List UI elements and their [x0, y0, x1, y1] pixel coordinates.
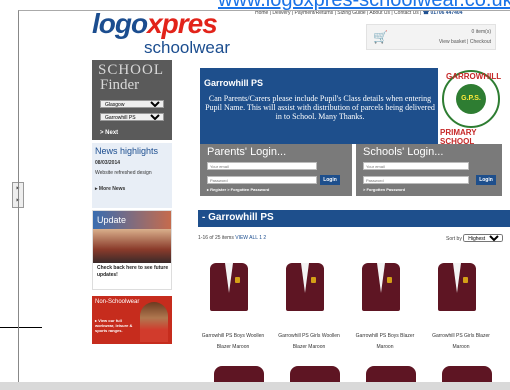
sort-control: Sort by Highest Price: [446, 234, 504, 242]
non-schoolwear-text: ▸ View our full workwear, leisure & spor…: [95, 318, 133, 333]
update-title: Update: [97, 215, 127, 225]
divider-line: [0, 327, 42, 328]
product-card[interactable]: Garrowhill PS Girls Woollen Blazer Maroon: [274, 255, 340, 355]
logo-part1: logo: [92, 8, 148, 39]
parents-login-button[interactable]: Login: [320, 175, 340, 185]
basket-panel: 🛒 0 item(s) View basket | Checkout: [366, 24, 496, 50]
product-image-row2[interactable]: [442, 366, 492, 382]
non-schoolwear-title: Non-Schoolwear: [95, 299, 140, 305]
product-image-row2[interactable]: [366, 366, 416, 382]
non-schoolwear-promo[interactable]: Non-Schoolwear ▸ View our full workwear,…: [92, 296, 172, 344]
school-notice-banner: Garrowhill PS Can Parents/Carers please …: [200, 68, 438, 144]
sort-label: Sort by: [446, 236, 462, 242]
sidebar-toggle-handle[interactable]: ▸ ▸: [12, 182, 24, 208]
product-image[interactable]: [432, 257, 482, 317]
items-count: 1-16 of 25 items: [198, 235, 234, 241]
banner-text: Can Parents/Carers please include Pupil'…: [205, 94, 435, 121]
parents-login-title: Parents' Login...: [207, 146, 287, 158]
schools-email-input[interactable]: [363, 162, 469, 170]
product-card[interactable]: Garrowhill PS Boys Woollen Blazer Maroon: [198, 255, 264, 355]
logo-part2: xpres: [147, 8, 218, 39]
phone-number: 01706 447404: [430, 10, 463, 16]
horizontal-scrollbar[interactable]: [0, 382, 510, 390]
badge-center: G.P.S.: [456, 84, 486, 114]
product-name[interactable]: Garrowhill PS Boys Blazer Maroon: [350, 331, 420, 353]
finder-title-finder: Finder: [100, 77, 140, 93]
parents-register-links[interactable]: ▸ Register > Forgotten Password: [207, 187, 269, 192]
model-photo: [140, 302, 168, 342]
sort-select[interactable]: Highest Price: [463, 234, 504, 242]
parents-login-panel: Parents' Login... Login ▸ Register > For…: [200, 144, 352, 196]
product-name[interactable]: Garrowhill PS Boys Woollen Blazer Maroon: [198, 331, 268, 353]
section-header: - Garrowhill PS: [198, 210, 510, 227]
blazer-image: [210, 263, 248, 311]
product-image-row2[interactable]: [290, 366, 340, 382]
more-news-link[interactable]: ▸ More News: [95, 186, 125, 192]
product-name[interactable]: Garrowhill PS Girls Woollen Blazer Maroon: [274, 331, 344, 353]
schools-login-panel: Schools' Login... Login > Forgotten Pass…: [356, 144, 502, 196]
product-image[interactable]: [204, 257, 254, 317]
schools-password-input[interactable]: [363, 176, 469, 184]
update-promo[interactable]: Update Check back here to see future upd…: [92, 210, 172, 290]
product-image[interactable]: [280, 257, 330, 317]
news-heading: News highlights: [95, 146, 159, 156]
schools-login-title: Schools' Login...: [363, 146, 444, 158]
blazer-image: [286, 263, 324, 311]
product-card[interactable]: Garrowhill PS Boys Blazer Maroon: [350, 255, 414, 355]
schools-forgot-link[interactable]: > Forgotten Password: [363, 187, 405, 192]
parents-email-input[interactable]: [207, 162, 317, 170]
view-all-link[interactable]: VIEW ALL 1 2: [235, 235, 266, 241]
region-select[interactable]: Glasgow: [100, 100, 164, 108]
top-navigation[interactable]: Home | Delivery | Payment/Returns | Sizi…: [255, 10, 462, 16]
school-select[interactable]: Garrowhill PS: [100, 113, 164, 121]
section-title: - Garrowhill PS: [202, 212, 274, 223]
site-logo[interactable]: logoxpres schoolwear: [92, 8, 230, 57]
school-badge-logo: GARROWHILL G.P.S. PRIMARY SCHOOL: [438, 60, 502, 146]
finder-next-button[interactable]: > Next: [100, 130, 118, 136]
banner-heading: Garrowhill PS: [204, 78, 264, 88]
product-image-row2[interactable]: [214, 366, 264, 382]
news-item-link[interactable]: Website refreshed design: [95, 170, 152, 176]
basket-item-count: 0 item(s): [471, 29, 491, 35]
product-image[interactable]: [356, 257, 406, 317]
product-name[interactable]: Garrowhill PS Girls Blazer Maroon: [426, 331, 496, 353]
school-finder: SCHOOL Finder Glasgow Garrowhill PS > Ne…: [92, 60, 172, 140]
blazer-image: [438, 263, 476, 311]
product-card[interactable]: Garrowhill PS Girls Blazer Maroon: [426, 255, 490, 355]
listing-count: 1-16 of 25 items VIEW ALL 1 2: [198, 235, 266, 241]
parents-password-input[interactable]: [207, 176, 317, 184]
cart-icon[interactable]: 🛒: [373, 30, 388, 44]
logo-tagline: schoolwear: [144, 38, 230, 57]
update-text: Check back here to see future updates!: [97, 265, 169, 278]
students-photo: [93, 229, 171, 263]
badge-top-text: GARROWHILL: [446, 72, 502, 81]
news-date: 08/03/2014: [95, 160, 121, 166]
blazer-image: [362, 263, 400, 311]
phone-icon: ☎: [422, 10, 430, 16]
schools-login-button[interactable]: Login: [476, 175, 496, 185]
top-nav-links[interactable]: Home | Delivery | Payment/Returns | Sizi…: [255, 10, 421, 16]
basket-links[interactable]: View basket | Checkout: [439, 39, 491, 45]
news-highlights: News highlights 08/03/2014 Website refre…: [92, 143, 172, 208]
